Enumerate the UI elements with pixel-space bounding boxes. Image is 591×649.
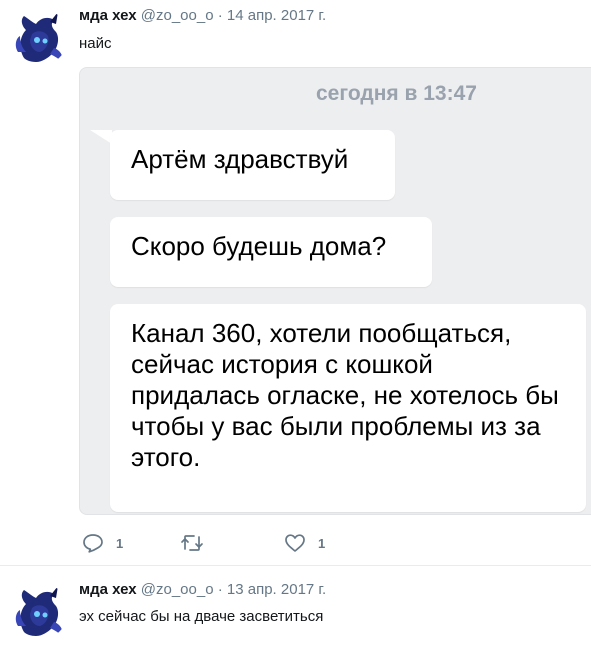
tweet-date[interactable]: 13 апр. 2017 г. bbox=[227, 581, 326, 598]
avatar-pony-image bbox=[10, 582, 68, 640]
tweet-date[interactable]: 14 апр. 2017 г. bbox=[227, 7, 326, 24]
tweet-header: мда хех @zo_oo_o · 13 апр. 2017 г. bbox=[79, 581, 326, 598]
like-button[interactable]: 1 bbox=[284, 533, 325, 553]
tweet-header: мда хех @zo_oo_o · 14 апр. 2017 г. bbox=[79, 7, 326, 24]
tweet-media-screenshot[interactable]: сегодня в 13:47 Артём здравствуй Скоро б… bbox=[79, 67, 591, 515]
reply-button[interactable]: 1 bbox=[82, 533, 123, 553]
tweet-text: эх сейчас бы на дваче засветиться bbox=[79, 608, 324, 625]
tweet[interactable]: мда хех @zo_oo_o · 14 апр. 2017 г. найс … bbox=[0, 0, 591, 566]
separator-dot: · bbox=[217, 7, 223, 24]
avatar[interactable] bbox=[10, 8, 68, 66]
chat-timestamp: сегодня в 13:47 bbox=[316, 82, 477, 105]
user-handle[interactable]: @zo_oo_o bbox=[141, 7, 214, 24]
message-bubble: Скоро будешь дома? bbox=[110, 217, 432, 287]
message-bubble: Канал 360, хотели пообщаться, сейчас ист… bbox=[110, 304, 586, 512]
bubble-tail bbox=[90, 130, 112, 144]
retweet-icon bbox=[181, 535, 203, 551]
message-bubble: Артём здравствуй bbox=[110, 130, 395, 200]
user-handle[interactable]: @zo_oo_o bbox=[141, 581, 214, 598]
display-name[interactable]: мда хех bbox=[79, 581, 137, 598]
tweet[interactable]: мда хех @zo_oo_o · 13 апр. 2017 г. эх се… bbox=[0, 566, 591, 649]
retweet-button[interactable] bbox=[180, 533, 216, 553]
like-count: 1 bbox=[318, 535, 326, 551]
tweet-text: найс bbox=[79, 35, 112, 52]
display-name[interactable]: мда хех bbox=[79, 7, 137, 24]
reply-count: 1 bbox=[116, 535, 124, 551]
reply-icon bbox=[83, 534, 103, 553]
avatar-pony-image bbox=[10, 8, 68, 66]
heart-icon bbox=[285, 534, 305, 552]
tweet-actions: 1 1 bbox=[82, 533, 502, 557]
separator-dot: · bbox=[217, 581, 223, 598]
avatar[interactable] bbox=[10, 582, 68, 640]
